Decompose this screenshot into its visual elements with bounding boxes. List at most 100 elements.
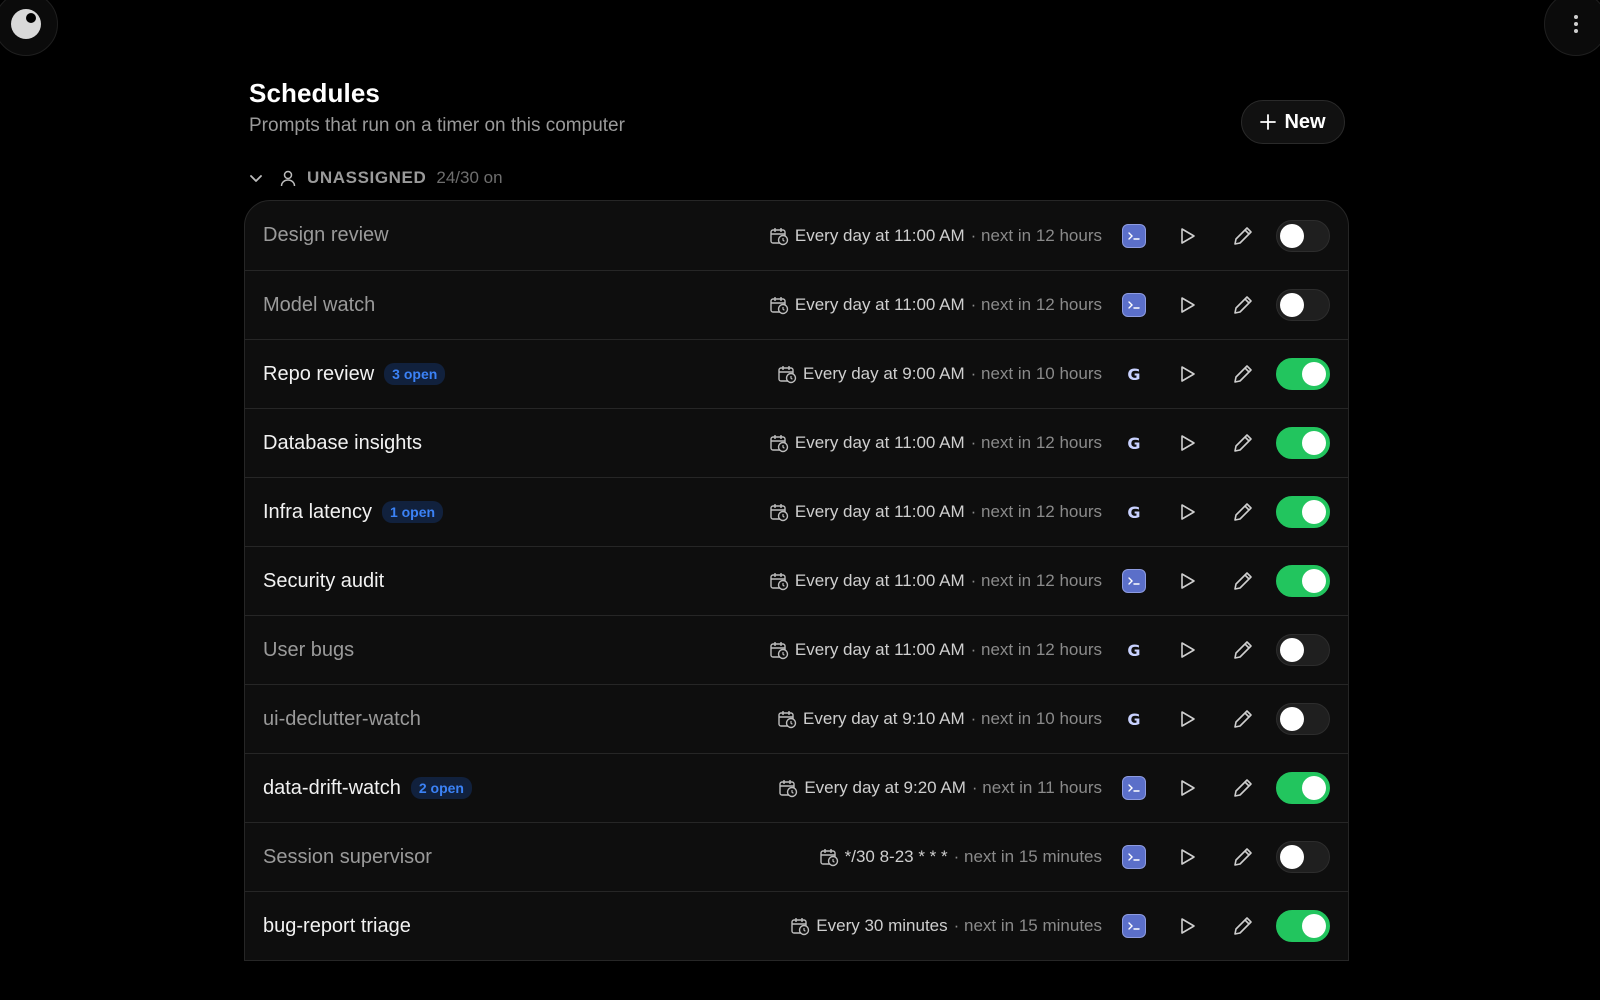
app-logo-button[interactable] xyxy=(0,0,58,56)
schedule-name[interactable]: Security audit xyxy=(263,570,384,593)
table-row[interactable]: Session supervisor */30 8-23 * * * · nex… xyxy=(245,822,1348,891)
terminal-icon xyxy=(1122,845,1146,869)
more-menu-button[interactable] xyxy=(1544,0,1600,56)
pencil-icon xyxy=(1234,226,1252,245)
g-icon: G xyxy=(1127,640,1141,660)
pencil-icon xyxy=(1234,503,1252,521)
schedule-name[interactable]: User bugs xyxy=(263,639,354,662)
run-now-button[interactable] xyxy=(1174,430,1200,456)
enabled-toggle[interactable] xyxy=(1276,910,1330,942)
calendar-clock-icon xyxy=(770,227,789,245)
edit-button[interactable] xyxy=(1230,637,1256,663)
table-row[interactable]: Infra latency 1 open Every day at 11:00 … xyxy=(245,477,1348,546)
chevron-down-icon[interactable] xyxy=(249,171,263,185)
run-now-button[interactable] xyxy=(1174,913,1200,939)
enabled-toggle[interactable] xyxy=(1276,358,1330,390)
open-count-badge[interactable]: 2 open xyxy=(410,777,472,799)
pencil-icon xyxy=(1234,779,1252,797)
edit-button[interactable] xyxy=(1230,361,1256,387)
schedule-info: Every day at 9:20 AM · next in 11 hours xyxy=(778,778,1102,798)
schedule-name[interactable]: Design review xyxy=(263,224,389,247)
table-row[interactable]: bug-report triage Every 30 minutes · nex… xyxy=(245,891,1348,960)
edit-button[interactable] xyxy=(1230,223,1256,249)
run-now-button[interactable] xyxy=(1174,361,1200,387)
schedule-name-text: Infra latency xyxy=(263,500,372,523)
run-now-button[interactable] xyxy=(1174,568,1200,594)
edit-button[interactable] xyxy=(1230,775,1256,801)
play-icon xyxy=(1181,642,1195,658)
enabled-toggle[interactable] xyxy=(1276,841,1330,873)
edit-button[interactable] xyxy=(1230,844,1256,870)
schedule-name[interactable]: Model watch xyxy=(263,294,375,317)
run-now-button[interactable] xyxy=(1174,499,1200,525)
next-run-text: · next in 15 minutes xyxy=(953,916,1102,935)
next-run-text: · next in 10 hours xyxy=(970,364,1102,383)
table-row[interactable]: Security audit Every day at 11:00 AM · n… xyxy=(245,546,1348,615)
schedule-text: Every day at 11:00 AM xyxy=(794,502,965,521)
open-count-badge[interactable]: 1 open xyxy=(381,501,444,523)
page-subtitle: Prompts that run on a timer on this comp… xyxy=(249,115,625,136)
play-icon xyxy=(1181,297,1195,313)
vertical-dots-icon xyxy=(1574,15,1578,33)
run-now-button[interactable] xyxy=(1174,637,1200,663)
enabled-toggle[interactable] xyxy=(1276,703,1330,735)
run-now-button[interactable] xyxy=(1174,844,1200,870)
enabled-toggle[interactable] xyxy=(1276,565,1330,597)
next-run-text: · next in 10 hours xyxy=(970,709,1102,728)
table-row[interactable]: User bugs Every day at 11:00 AM · next i… xyxy=(245,615,1348,684)
schedule-info: Every day at 9:00 AM · next in 10 hours xyxy=(777,364,1102,384)
table-row[interactable]: Design review Every day at 11:00 AM · ne… xyxy=(245,201,1348,270)
play-icon xyxy=(1181,366,1195,382)
open-count-badge[interactable]: 3 open xyxy=(384,363,446,385)
schedule-info: Every day at 11:00 AM · next in 12 hours xyxy=(769,226,1102,246)
enabled-toggle[interactable] xyxy=(1276,496,1330,528)
next-run-text: · next in 12 hours xyxy=(970,640,1102,659)
table-row[interactable]: data-drift-watch 2 open Every day at 9:2… xyxy=(245,753,1348,822)
enabled-toggle[interactable] xyxy=(1276,427,1330,459)
edit-button[interactable] xyxy=(1230,499,1256,525)
run-now-button[interactable] xyxy=(1174,223,1200,249)
pencil-icon xyxy=(1234,917,1252,935)
schedule-info: Every day at 11:00 AM · next in 12 hours xyxy=(769,502,1102,522)
edit-button[interactable] xyxy=(1230,568,1256,594)
play-icon xyxy=(1181,918,1195,934)
enabled-toggle[interactable] xyxy=(1276,289,1330,321)
enabled-toggle[interactable] xyxy=(1276,772,1330,804)
next-run-text: · next in 12 hours xyxy=(970,502,1102,521)
edit-button[interactable] xyxy=(1230,706,1256,732)
schedule-text: Every day at 11:00 AM xyxy=(794,571,965,590)
schedule-name[interactable]: ui-declutter-watch xyxy=(263,708,421,731)
enabled-toggle[interactable] xyxy=(1276,634,1330,666)
edit-button[interactable] xyxy=(1230,913,1256,939)
schedule-name-text: Security audit xyxy=(263,569,385,592)
terminal-icon xyxy=(1122,293,1146,317)
edit-button[interactable] xyxy=(1230,292,1256,318)
table-row[interactable]: ui-declutter-watch Every day at 9:10 AM … xyxy=(245,684,1348,753)
table-row[interactable]: Database insights Every day at 11:00 AM … xyxy=(245,408,1348,477)
schedule-name-text: Model watch xyxy=(263,293,376,316)
edit-button[interactable] xyxy=(1230,430,1256,456)
schedule-name[interactable]: Database insights xyxy=(263,432,422,455)
table-row[interactable]: Model watch Every day at 11:00 AM · next… xyxy=(245,270,1348,339)
table-row[interactable]: Repo review 3 open Every day at 9:00 AM … xyxy=(245,339,1348,408)
group-label: UNASSIGNED xyxy=(307,168,427,187)
play-icon xyxy=(1181,711,1195,727)
schedule-info: Every day at 11:00 AM · next in 12 hours xyxy=(769,640,1102,660)
run-now-button[interactable] xyxy=(1174,292,1200,318)
schedule-name[interactable]: Session supervisor xyxy=(263,846,432,869)
calendar-clock-icon xyxy=(778,711,797,729)
schedule-name[interactable]: Infra latency 1 open xyxy=(263,500,444,524)
new-schedule-button[interactable]: New xyxy=(1241,100,1345,144)
run-now-button[interactable] xyxy=(1174,706,1200,732)
schedule-name[interactable]: Repo review 3 open xyxy=(263,363,446,386)
enabled-toggle[interactable] xyxy=(1276,219,1330,252)
schedule-text: Every day at 11:00 AM xyxy=(794,640,965,659)
schedule-name[interactable]: data-drift-watch 2 open xyxy=(263,777,472,800)
schedule-text: Every day at 11:00 AM xyxy=(794,295,965,314)
run-now-button[interactable] xyxy=(1174,775,1200,801)
next-run-text: · next in 11 hours xyxy=(971,778,1102,797)
schedule-info: */30 8-23 * * * · next in 15 minutes xyxy=(819,847,1102,867)
schedule-name[interactable]: bug-report triage xyxy=(263,915,411,938)
schedule-list: Design review Every day at 11:00 AM · ne… xyxy=(244,200,1349,961)
g-icon: G xyxy=(1127,502,1141,522)
